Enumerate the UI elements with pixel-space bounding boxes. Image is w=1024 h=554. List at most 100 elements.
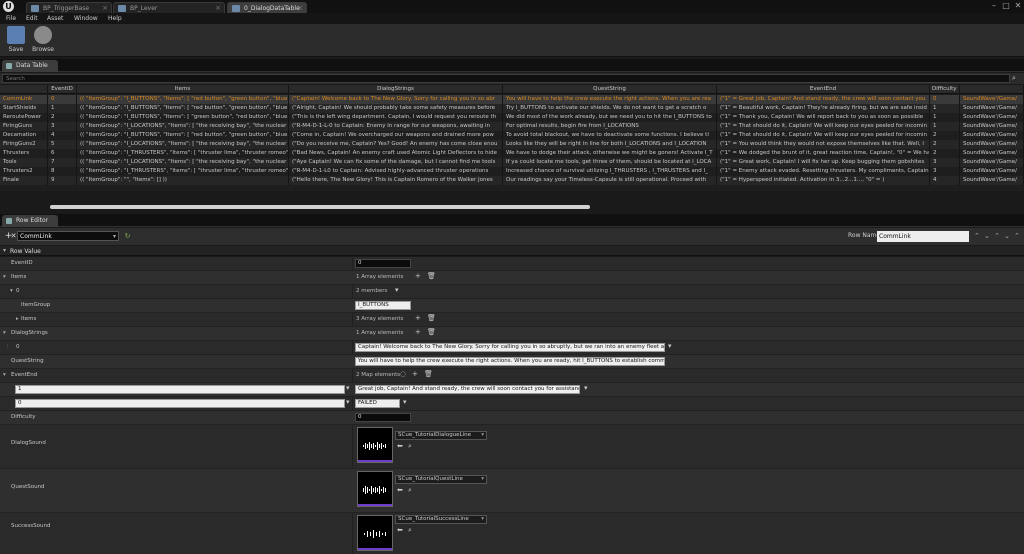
data-table-tab[interactable]: Data Table: [2, 60, 58, 72]
cell-rowname: FiringGuns: [0, 122, 48, 131]
add-element-icon[interactable]: +: [415, 328, 421, 336]
doc-tab-bp-triggerbase[interactable]: BP_TriggerBase ×: [26, 2, 112, 13]
table-row[interactable]: CommLink 0(( "ItemGroup": "I_BUTTONS", "I…: [0, 95, 1024, 104]
browse-icon[interactable]: ⌕: [408, 526, 412, 535]
menu-window[interactable]: Window: [74, 15, 98, 22]
sound-asset-picker[interactable]: SCue_TutorialDialogueLine ▾: [395, 431, 487, 440]
table-row[interactable]: Decamation 4(( "ItemGroup": "I_BUTTONS", …: [0, 131, 1024, 140]
col-header-rowname[interactable]: [0, 85, 48, 94]
col-header-eventid[interactable]: EventID: [48, 85, 77, 94]
search-icon[interactable]: ⌕: [1012, 74, 1021, 83]
trash-icon[interactable]: 🗑: [427, 272, 436, 280]
cell-eventid: 4: [48, 131, 77, 140]
difficulty-input[interactable]: 0: [355, 413, 411, 422]
browse-icon[interactable]: ⌕: [408, 442, 412, 451]
eventid-input[interactable]: 0: [355, 259, 411, 268]
use-selected-icon[interactable]: ⬅: [397, 526, 403, 534]
expand-arrow-icon[interactable]: ▾: [3, 330, 6, 336]
search-input[interactable]: Search: [2, 74, 1010, 83]
chevron-down-icon[interactable]: ▾: [668, 342, 672, 350]
move-down-icon[interactable]: ⌄: [984, 232, 990, 240]
chevron-down-icon[interactable]: ▾: [346, 384, 350, 392]
chevron-down-icon[interactable]: ▾: [395, 286, 399, 294]
sound-thumbnail[interactable]: [357, 515, 393, 551]
queststring-input[interactable]: You will have to help the crew execute t…: [355, 357, 665, 366]
close-tab-icon[interactable]: ×: [297, 4, 303, 12]
row-editor-tab[interactable]: Row Editor: [2, 215, 58, 227]
maximize-icon[interactable]: □: [1000, 1, 1012, 11]
doc-tab-dialog-data-table[interactable]: 0_DialogDataTable ×: [227, 2, 307, 13]
add-element-icon[interactable]: +: [415, 314, 421, 322]
itemgroup-input[interactable]: I_BUTTONS: [355, 301, 411, 310]
map-value-input[interactable]: FAILED: [355, 399, 400, 408]
table-row[interactable]: ReroutePower 2(( "ItemGroup": "I_BUTTONS"…: [0, 113, 1024, 122]
table-row[interactable]: FiringGuns 3(( "ItemGroup": "I_LOCATIONS"…: [0, 122, 1024, 131]
table-row[interactable]: FiringGuns2 5(( "ItemGroup": "I_LOCATIONS…: [0, 140, 1024, 149]
unreal-logo-icon[interactable]: U: [3, 1, 14, 12]
cell-rowname: Thrusters: [0, 149, 48, 158]
menu-edit[interactable]: Edit: [26, 15, 38, 22]
sound-asset-picker[interactable]: SCue_TutorialSuccessLine ▾: [395, 515, 487, 524]
map-key-input[interactable]: 0: [15, 399, 345, 408]
table-row[interactable]: Tools 7(( "ItemGroup": "I_LOCATIONS", "It…: [0, 158, 1024, 167]
col-header-items[interactable]: Items: [77, 85, 289, 94]
collapse-icon[interactable]: ⌃: [1014, 232, 1020, 240]
menu-asset[interactable]: Asset: [47, 15, 63, 22]
col-header-sound[interactable]: [960, 85, 1024, 94]
sound-asset-picker[interactable]: SCue_TutorialQuestLine ▾: [395, 475, 487, 484]
cell-queststring: Try I_BUTTONS to activate our shields. W…: [503, 104, 717, 113]
chevron-down-icon: ▾: [481, 516, 484, 522]
chevron-down-icon[interactable]: ▾: [346, 398, 350, 406]
cell-eventend: ("1" = Enemy attack evaded. Resetting th…: [717, 167, 930, 176]
close-tab-icon[interactable]: ×: [215, 4, 221, 12]
add-element-icon[interactable]: +: [415, 272, 421, 280]
save-button[interactable]: Save: [4, 26, 28, 56]
add-element-icon[interactable]: +: [412, 370, 418, 378]
close-tab-icon[interactable]: ×: [102, 4, 108, 12]
expand-arrow-icon[interactable]: ▾: [3, 372, 6, 378]
menu-help[interactable]: Help: [108, 15, 122, 22]
chevron-down-icon[interactable]: ▾: [403, 398, 407, 406]
map-key-input[interactable]: 1: [15, 385, 345, 394]
drag-handle-icon[interactable]: ⋮: [5, 344, 11, 350]
cell-eventend: ("1" = Great work, Captain! I will fix h…: [717, 158, 930, 167]
minimize-icon[interactable]: –: [988, 1, 1000, 11]
row-name-input[interactable]: CommLink: [877, 231, 969, 242]
move-up-icon[interactable]: ⌃: [974, 232, 980, 240]
expand-arrow-icon[interactable]: ▸: [16, 316, 19, 322]
menu-file[interactable]: File: [6, 15, 16, 22]
move-top-icon[interactable]: ⌃: [994, 232, 1000, 240]
table-row[interactable]: Thrusters2 8(( "ItemGroup": "I_THRUSTERS"…: [0, 167, 1024, 176]
use-selected-icon[interactable]: ⬅: [397, 442, 403, 450]
browse-icon[interactable]: ⌕: [408, 486, 412, 495]
row-select-dropdown[interactable]: CommLink ▾: [17, 231, 119, 241]
horizontal-scrollbar[interactable]: [50, 205, 590, 209]
doc-tab-bp-lever[interactable]: BP_Lever ×: [113, 2, 225, 13]
title-bar: U BP_TriggerBase × BP_Lever × 0_DialogData…: [0, 0, 1024, 13]
expand-arrow-icon[interactable]: ▾: [3, 274, 6, 280]
move-bottom-icon[interactable]: ⌄: [1004, 232, 1010, 240]
col-header-queststring[interactable]: QuestString: [503, 85, 717, 94]
table-row[interactable]: Finale 9(( "ItemGroup": "", "Items": [] )…: [0, 176, 1024, 185]
table-row[interactable]: Thrusters 6(( "ItemGroup": "I_THRUSTERS",…: [0, 149, 1024, 158]
trash-icon[interactable]: 🗑: [427, 314, 436, 322]
browse-button[interactable]: Browse: [31, 26, 55, 56]
col-header-eventend[interactable]: EventEnd: [717, 85, 930, 94]
sound-thumbnail[interactable]: [357, 427, 393, 463]
cell-rowname: Thrusters2: [0, 167, 48, 176]
use-selected-icon[interactable]: ⬅: [397, 486, 403, 494]
reset-icon[interactable]: ↻: [123, 232, 132, 241]
expand-arrow-icon: ▾: [3, 247, 7, 254]
table-row[interactable]: StartShields 1(( "ItemGroup": "I_BUTTONS"…: [0, 104, 1024, 113]
row-value-section[interactable]: ▾ Row Value: [0, 246, 1024, 256]
trash-icon[interactable]: 🗑: [424, 370, 433, 378]
dialog-string-input[interactable]: Captain! Welcome back to The New Glory. …: [355, 343, 665, 352]
map-value-input[interactable]: Great job, Captain! And stand ready, the…: [355, 385, 580, 394]
col-header-dialogstrings[interactable]: DialogStrings: [289, 85, 503, 94]
trash-icon[interactable]: 🗑: [427, 328, 436, 336]
chevron-down-icon[interactable]: ▾: [584, 384, 588, 392]
close-window-icon[interactable]: ✕: [1012, 1, 1024, 11]
sound-thumbnail[interactable]: [357, 471, 393, 507]
col-header-difficulty[interactable]: Difficulty: [930, 85, 960, 94]
expand-arrow-icon[interactable]: ▾: [10, 288, 13, 294]
